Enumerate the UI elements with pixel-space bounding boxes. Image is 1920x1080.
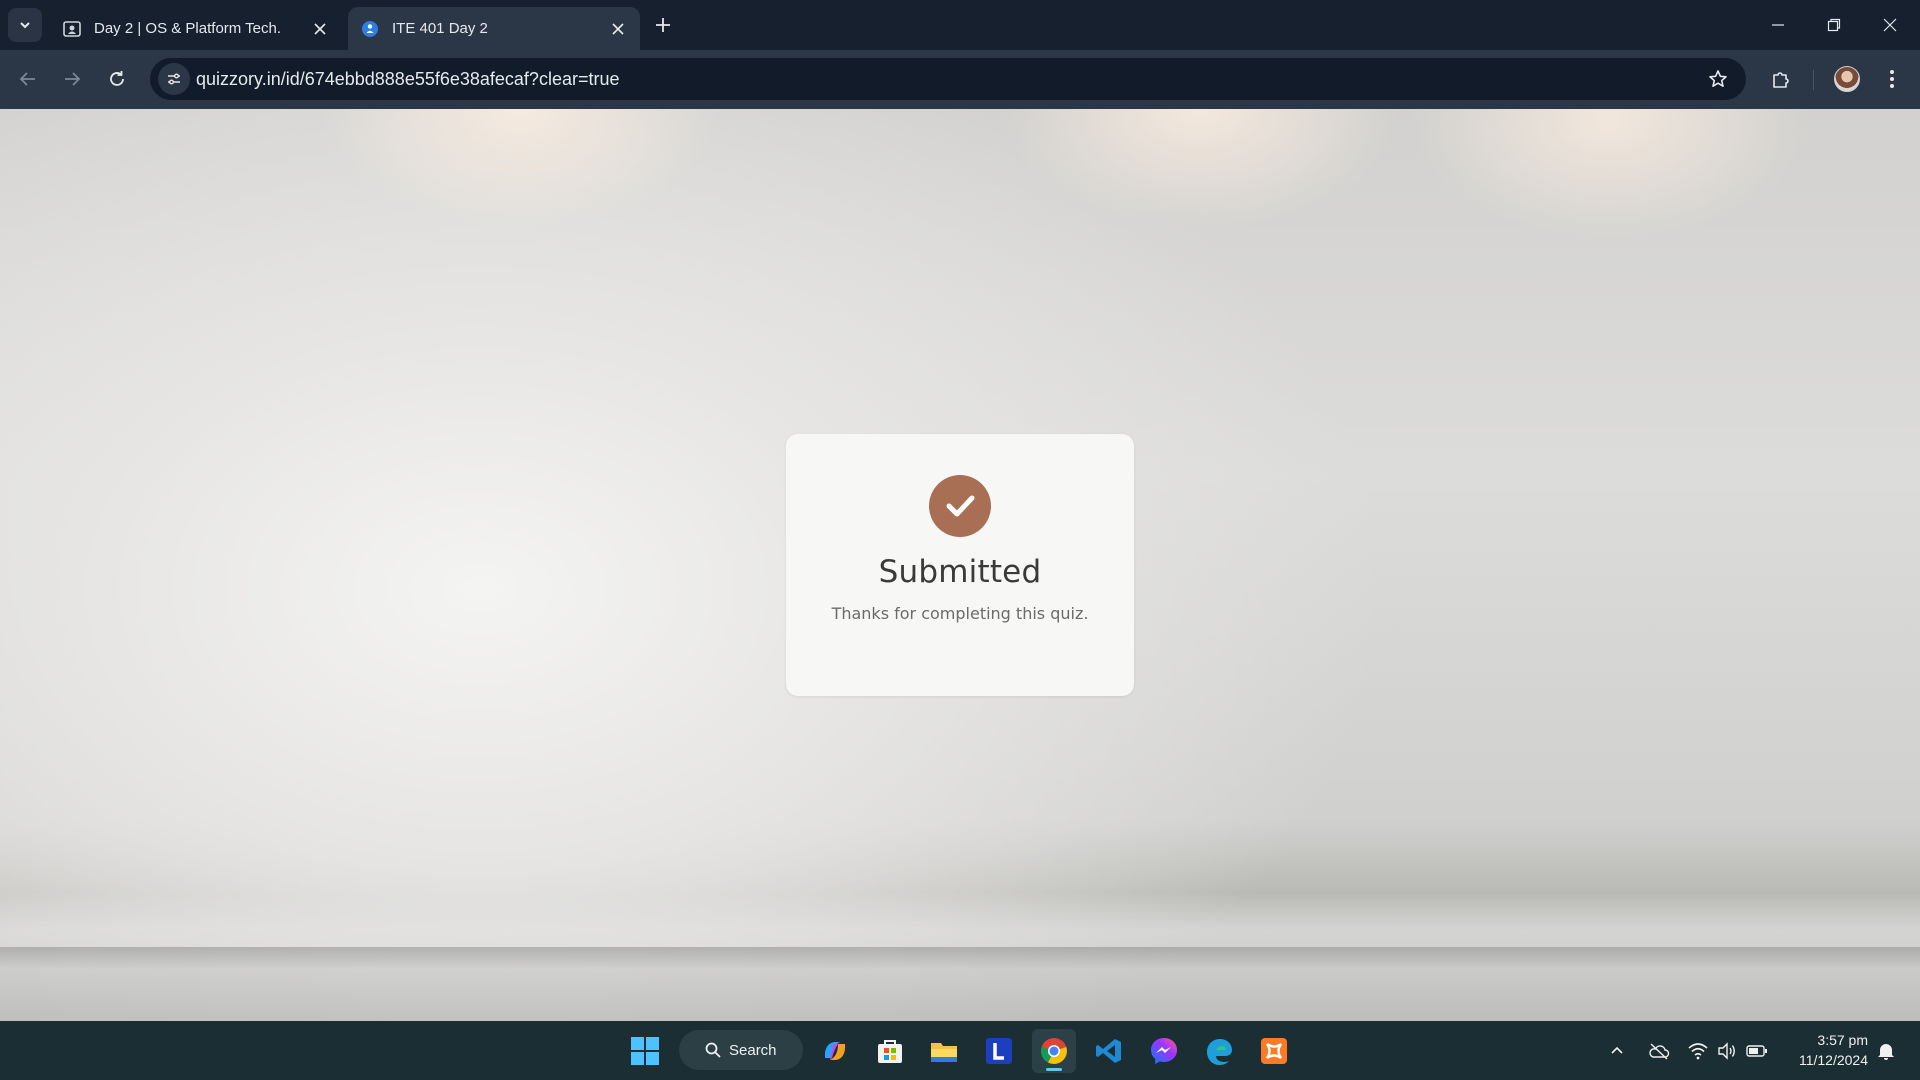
browser-toolbar: quizzory.in/id/674ebbd888e55f6e38afecaf?…	[0, 50, 1920, 109]
thanks-message: Thanks for completing this quiz.	[831, 604, 1089, 623]
wifi-icon[interactable]	[1686, 1039, 1710, 1063]
close-icon[interactable]	[608, 19, 628, 39]
vscode-icon[interactable]	[1087, 1029, 1131, 1073]
active-indicator	[1046, 1068, 1062, 1071]
more-vertical-icon	[1890, 70, 1894, 88]
tab-ite401-day2[interactable]: ITE 401 Day 2	[348, 7, 640, 50]
chevron-up-icon[interactable]	[1605, 1039, 1629, 1063]
l-app-icon[interactable]	[977, 1029, 1021, 1073]
bookmark-star-button[interactable]	[1706, 67, 1730, 91]
profile-button[interactable]	[1829, 61, 1865, 97]
onedrive-offline-icon[interactable]	[1647, 1039, 1671, 1063]
avatar	[1834, 66, 1860, 92]
tune-icon	[168, 73, 180, 85]
chevron-down-icon	[20, 22, 30, 29]
plus-icon	[656, 18, 670, 32]
copilot-icon[interactable]	[813, 1029, 857, 1073]
taskbar-search[interactable]: Search	[679, 1030, 803, 1070]
windows-taskbar: Search 3:57 pm 11/12/2024	[0, 1021, 1920, 1080]
tab-day2-os[interactable]: Day 2 | OS & Platform Tech.	[50, 7, 342, 50]
forward-button[interactable]	[54, 61, 90, 97]
new-tab-button[interactable]	[650, 12, 676, 38]
star-icon	[1709, 70, 1727, 87]
page-content: Submitted Thanks for completing this qui…	[0, 109, 1920, 1021]
edge-icon[interactable]	[1197, 1029, 1241, 1073]
classroom-icon	[62, 19, 82, 39]
tab-search-button[interactable]	[8, 8, 42, 42]
close-window-button[interactable]	[1862, 0, 1918, 50]
taskbar-clock[interactable]: 3:57 pm 11/12/2024	[1782, 1030, 1868, 1070]
arrow-left-icon	[19, 72, 35, 86]
clock-date: 11/12/2024	[1798, 1052, 1868, 1068]
browser-menu-button[interactable]	[1874, 61, 1910, 97]
browser-titlebar: Day 2 | OS & Platform Tech. ITE 401 Day …	[0, 0, 1920, 50]
chrome-icon[interactable]	[1032, 1029, 1076, 1073]
microsoft-store-icon[interactable]	[868, 1029, 912, 1073]
close-icon	[1883, 18, 1897, 32]
file-explorer-icon[interactable]	[922, 1029, 966, 1073]
address-bar[interactable]: quizzory.in/id/674ebbd888e55f6e38afecaf?…	[150, 58, 1746, 100]
check-circle-icon	[929, 475, 991, 537]
reload-icon	[110, 71, 124, 86]
submission-card: Submitted Thanks for completing this qui…	[786, 434, 1134, 696]
windows-start-icon[interactable]	[623, 1029, 667, 1073]
xampp-icon[interactable]	[1252, 1029, 1296, 1073]
restore-icon	[1827, 18, 1841, 32]
quizzory-icon	[360, 19, 380, 39]
extensions-button[interactable]	[1763, 61, 1799, 97]
minimize-button[interactable]	[1750, 0, 1806, 50]
reload-button[interactable]	[99, 61, 135, 97]
volume-icon[interactable]	[1715, 1039, 1739, 1063]
url-text[interactable]: quizzory.in/id/674ebbd888e55f6e38afecaf?…	[196, 69, 619, 90]
site-info-button[interactable]	[158, 63, 190, 95]
search-icon	[705, 1042, 721, 1058]
restore-button[interactable]	[1806, 0, 1862, 50]
background-floor	[0, 947, 1920, 1021]
tab-title: ITE 401 Day 2	[392, 20, 488, 37]
search-label: Search	[729, 1041, 777, 1059]
minimize-icon	[1772, 24, 1784, 26]
puzzle-icon	[1773, 72, 1789, 88]
close-icon[interactable]	[310, 19, 330, 39]
submitted-heading: Submitted	[878, 554, 1042, 590]
clock-time: 3:57 pm	[1817, 1032, 1868, 1048]
notification-bell-icon[interactable]	[1874, 1039, 1898, 1063]
messenger-icon[interactable]	[1142, 1029, 1186, 1073]
tab-title: Day 2 | OS & Platform Tech.	[94, 20, 282, 37]
toolbar-divider	[1813, 70, 1814, 90]
battery-icon[interactable]	[1745, 1039, 1769, 1063]
back-button[interactable]	[10, 61, 46, 97]
arrow-right-icon	[65, 72, 81, 86]
